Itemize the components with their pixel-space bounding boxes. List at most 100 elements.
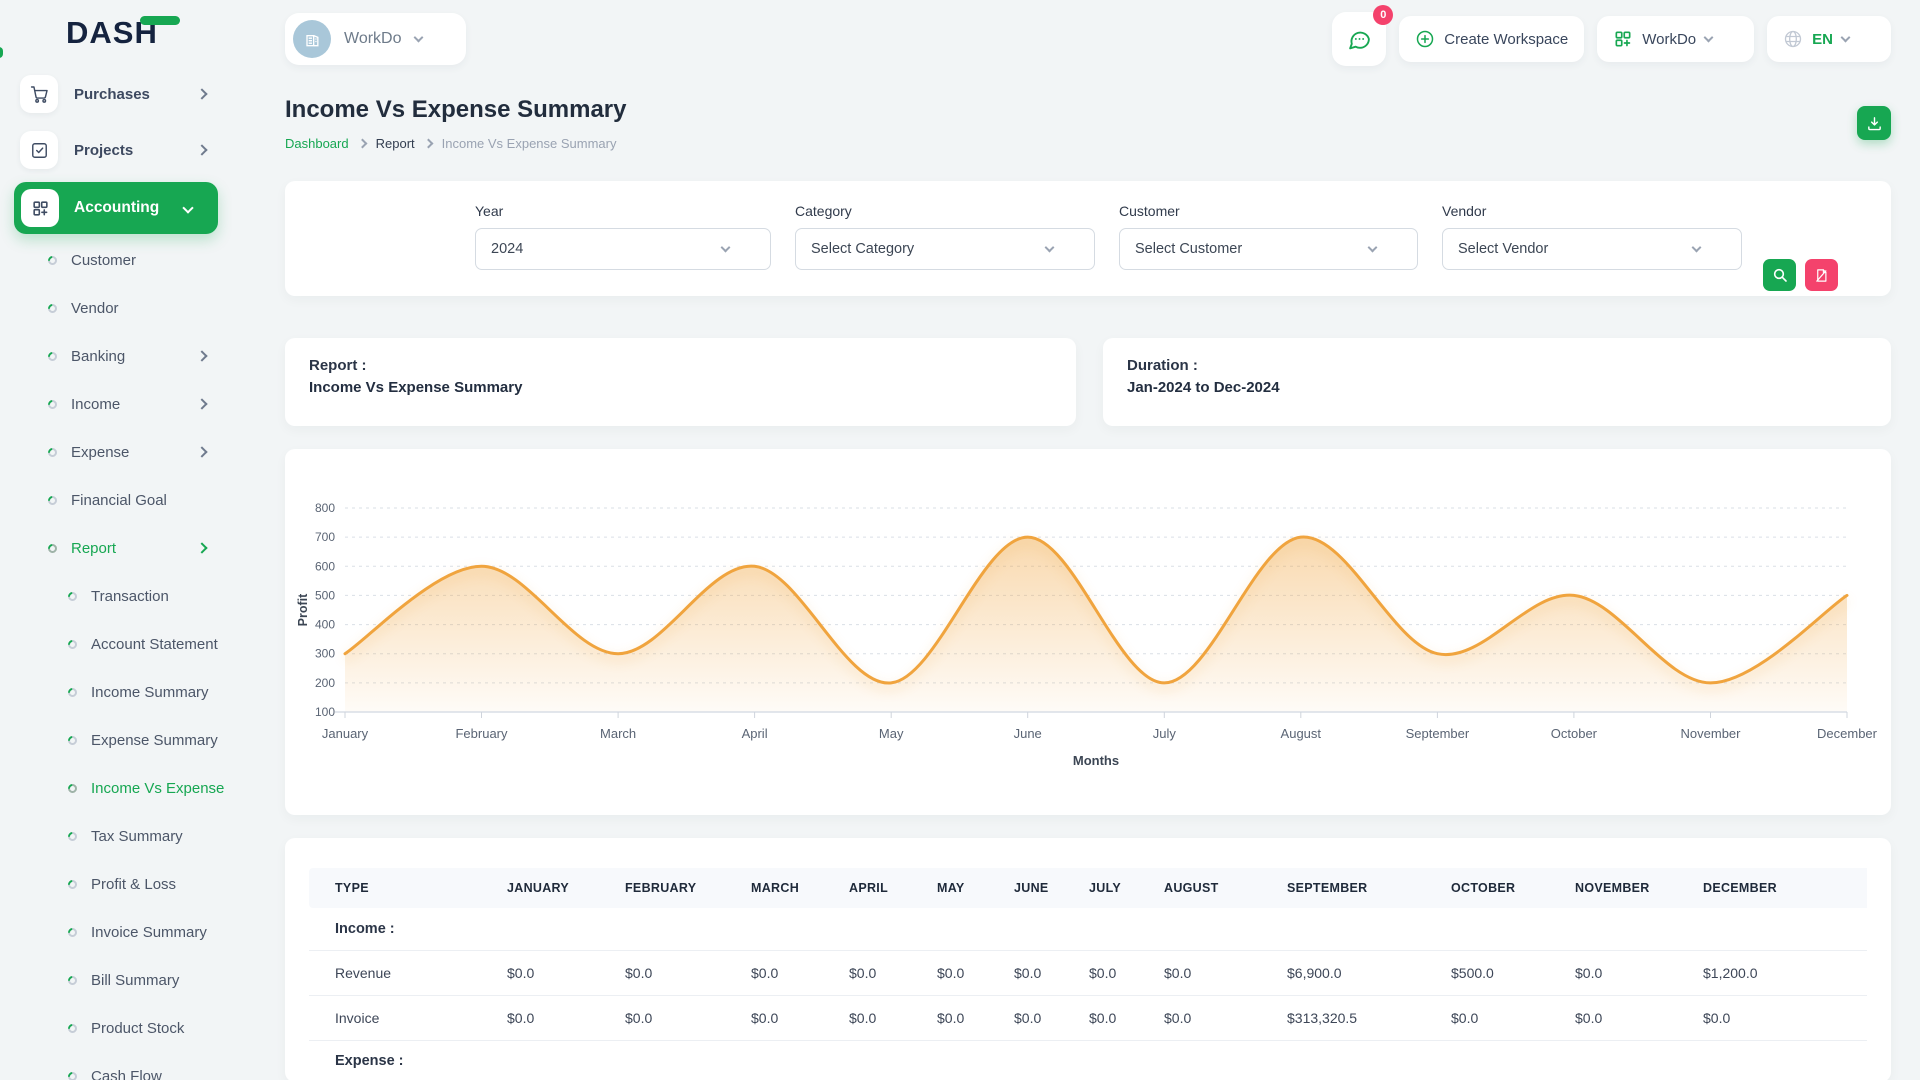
sidebar-item-projects[interactable]: Projects (0, 122, 232, 178)
report-summary-card: Report : Income Vs Expense Summary (285, 338, 1076, 426)
messages-button[interactable]: 0 (1332, 12, 1386, 66)
income-expense-table-card: TYPEJANUARYFEBRUARYMARCHAPRILMAYJUNEJULY… (285, 838, 1891, 1080)
category-select[interactable]: Select Category (795, 228, 1095, 270)
column-header-august: AUGUST (1164, 868, 1287, 908)
svg-text:February: February (455, 726, 508, 741)
svg-text:Months: Months (1073, 753, 1119, 768)
sidebar-item-report[interactable]: Report (0, 524, 232, 572)
sidebar-item-account-statement[interactable]: Account Statement (0, 620, 232, 668)
bullet-icon (66, 638, 79, 651)
sidebar-item-cash-flow[interactable]: Cash Flow (0, 1052, 232, 1080)
sidebar-item-financial-goal[interactable]: Financial Goal (0, 476, 232, 524)
svg-text:300: 300 (315, 647, 335, 661)
workspace-avatar (293, 20, 331, 58)
breadcrumb: Dashboard Report Income Vs Expense Summa… (285, 136, 626, 151)
year-select[interactable]: 2024 (475, 228, 771, 270)
sidebar-nav: PurchasesProjectsAccountingCustomerVendo… (0, 66, 232, 1080)
svg-text:400: 400 (315, 618, 335, 632)
column-header-january: JANUARY (507, 868, 625, 908)
svg-text:January: January (322, 726, 369, 741)
sidebar-item-customer[interactable]: Customer (0, 236, 232, 284)
chevron-right-icon (196, 398, 207, 409)
column-header-october: OCTOBER (1451, 868, 1575, 908)
chevron-right-icon (196, 88, 207, 99)
column-header-june: JUNE (1014, 868, 1089, 908)
logo-dash-accent (140, 16, 180, 25)
bullet-icon (46, 254, 59, 267)
sidebar: DASH PurchasesProjectsAccountingCustomer… (0, 0, 232, 1080)
chevron-down-icon (182, 202, 193, 213)
filter-panel: Year 2024 Category Select Category Custo… (285, 181, 1891, 296)
svg-text:Profit: Profit (296, 593, 310, 626)
globe-icon (1783, 29, 1803, 49)
bullet-icon (46, 350, 59, 363)
vendor-select[interactable]: Select Vendor (1442, 228, 1742, 270)
breadcrumb-dashboard[interactable]: Dashboard (285, 136, 349, 151)
bullet-icon (66, 590, 79, 603)
breadcrumb-report[interactable]: Report (376, 136, 415, 151)
report-label: Report : (309, 357, 1052, 374)
svg-text:May: May (879, 726, 904, 741)
sidebar-item-product-stock[interactable]: Product Stock (0, 1004, 232, 1052)
svg-text:July: July (1153, 726, 1177, 741)
create-workspace-button[interactable]: Create Workspace (1399, 16, 1584, 62)
bullet-icon (66, 782, 79, 795)
sidebar-item-income[interactable]: Income (0, 380, 232, 428)
logo-dot-accent (0, 47, 3, 58)
app-logo[interactable]: DASH (0, 0, 232, 66)
chart-svg: 800700600500400300200100JanuaryFebruaryM… (285, 449, 1891, 815)
svg-text:600: 600 (315, 559, 335, 573)
bullet-icon (66, 974, 79, 987)
bullet-icon (46, 302, 59, 315)
workspace-switcher[interactable]: WorkDo (285, 13, 466, 65)
download-report-button[interactable] (1857, 106, 1891, 140)
customer-label: Customer (1119, 203, 1418, 219)
chevron-right-icon (196, 350, 207, 361)
chevron-right-icon (196, 144, 207, 155)
column-header-december: DECEMBER (1703, 868, 1867, 908)
sidebar-item-bill-summary[interactable]: Bill Summary (0, 956, 232, 1004)
sidebar-item-income-summary[interactable]: Income Summary (0, 668, 232, 716)
sidebar-item-banking[interactable]: Banking (0, 332, 232, 380)
sidebar-item-transaction[interactable]: Transaction (0, 572, 232, 620)
breadcrumb-separator (423, 139, 433, 149)
sidebar-item-income-vs-expense[interactable]: Income Vs Expense (0, 764, 232, 812)
customer-select[interactable]: Select Customer (1119, 228, 1418, 270)
chevron-down-icon (413, 32, 423, 42)
check-square-icon (20, 131, 58, 169)
chevron-right-icon (196, 446, 207, 457)
apply-filter-button[interactable] (1763, 259, 1796, 291)
svg-text:500: 500 (315, 588, 335, 602)
profit-area-chart: 800700600500400300200100JanuaryFebruaryM… (285, 449, 1891, 815)
column-header-february: FEBRUARY (625, 868, 751, 908)
sidebar-item-expense[interactable]: Expense (0, 428, 232, 476)
chevron-right-icon (196, 542, 207, 553)
workdo-menu-button[interactable]: WorkDo (1597, 16, 1754, 62)
svg-text:April: April (742, 726, 768, 741)
chat-bubble-icon (1347, 27, 1372, 52)
clear-filter-icon (1814, 268, 1829, 283)
sidebar-item-accounting[interactable]: Accounting (14, 182, 218, 234)
svg-text:October: October (1551, 726, 1598, 741)
search-icon (1772, 267, 1788, 283)
duration-summary-card: Duration : Jan-2024 to Dec-2024 (1103, 338, 1891, 426)
bullet-icon (46, 542, 59, 555)
svg-text:December: December (1817, 726, 1878, 741)
duration-value: Jan-2024 to Dec-2024 (1127, 379, 1867, 396)
bullet-icon (66, 830, 79, 843)
sidebar-item-purchases[interactable]: Purchases (0, 66, 232, 122)
language-selector[interactable]: EN (1767, 16, 1891, 62)
bullet-icon (66, 1022, 79, 1035)
language-code: EN (1812, 31, 1833, 48)
sidebar-item-profit-loss[interactable]: Profit & Loss (0, 860, 232, 908)
reset-filter-button[interactable] (1805, 259, 1838, 291)
year-label: Year (475, 203, 771, 219)
bullet-icon (46, 398, 59, 411)
sidebar-item-expense-summary[interactable]: Expense Summary (0, 716, 232, 764)
plus-circle-icon (1415, 29, 1435, 49)
sidebar-item-tax-summary[interactable]: Tax Summary (0, 812, 232, 860)
column-header-type: TYPE (309, 868, 507, 908)
sidebar-item-vendor[interactable]: Vendor (0, 284, 232, 332)
svg-text:700: 700 (315, 530, 335, 544)
sidebar-item-invoice-summary[interactable]: Invoice Summary (0, 908, 232, 956)
